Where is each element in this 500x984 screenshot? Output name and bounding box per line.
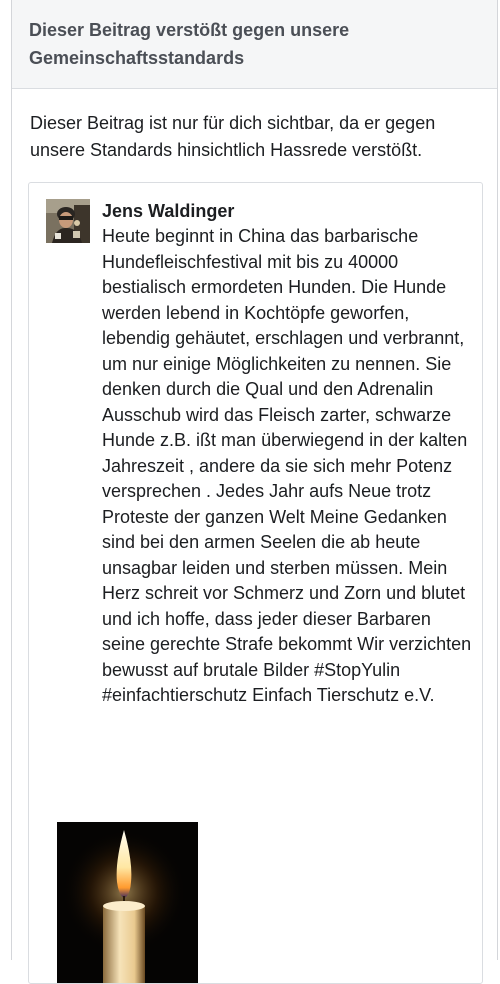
candle-photo-icon [57, 822, 198, 983]
visibility-notice: Dieser Beitrag ist nur für dich sichtbar… [30, 113, 436, 160]
author-avatar[interactable] [46, 199, 90, 243]
page-border-right [497, 0, 498, 960]
page-border-left [11, 0, 12, 960]
post-body-text: Heute beginnt in China das barbarische H… [102, 226, 472, 705]
violation-title: Dieser Beitrag verstößt gegen unsere Gem… [29, 20, 350, 68]
post-card: Jens Waldinger Heute beginnt in China da… [28, 182, 483, 984]
post-author-name[interactable]: Jens Waldinger [102, 199, 234, 223]
violation-header: Dieser Beitrag verstößt gegen unsere Gem… [12, 0, 497, 89]
candle-photo[interactable] [57, 822, 198, 983]
profile-photo-icon [46, 199, 90, 243]
